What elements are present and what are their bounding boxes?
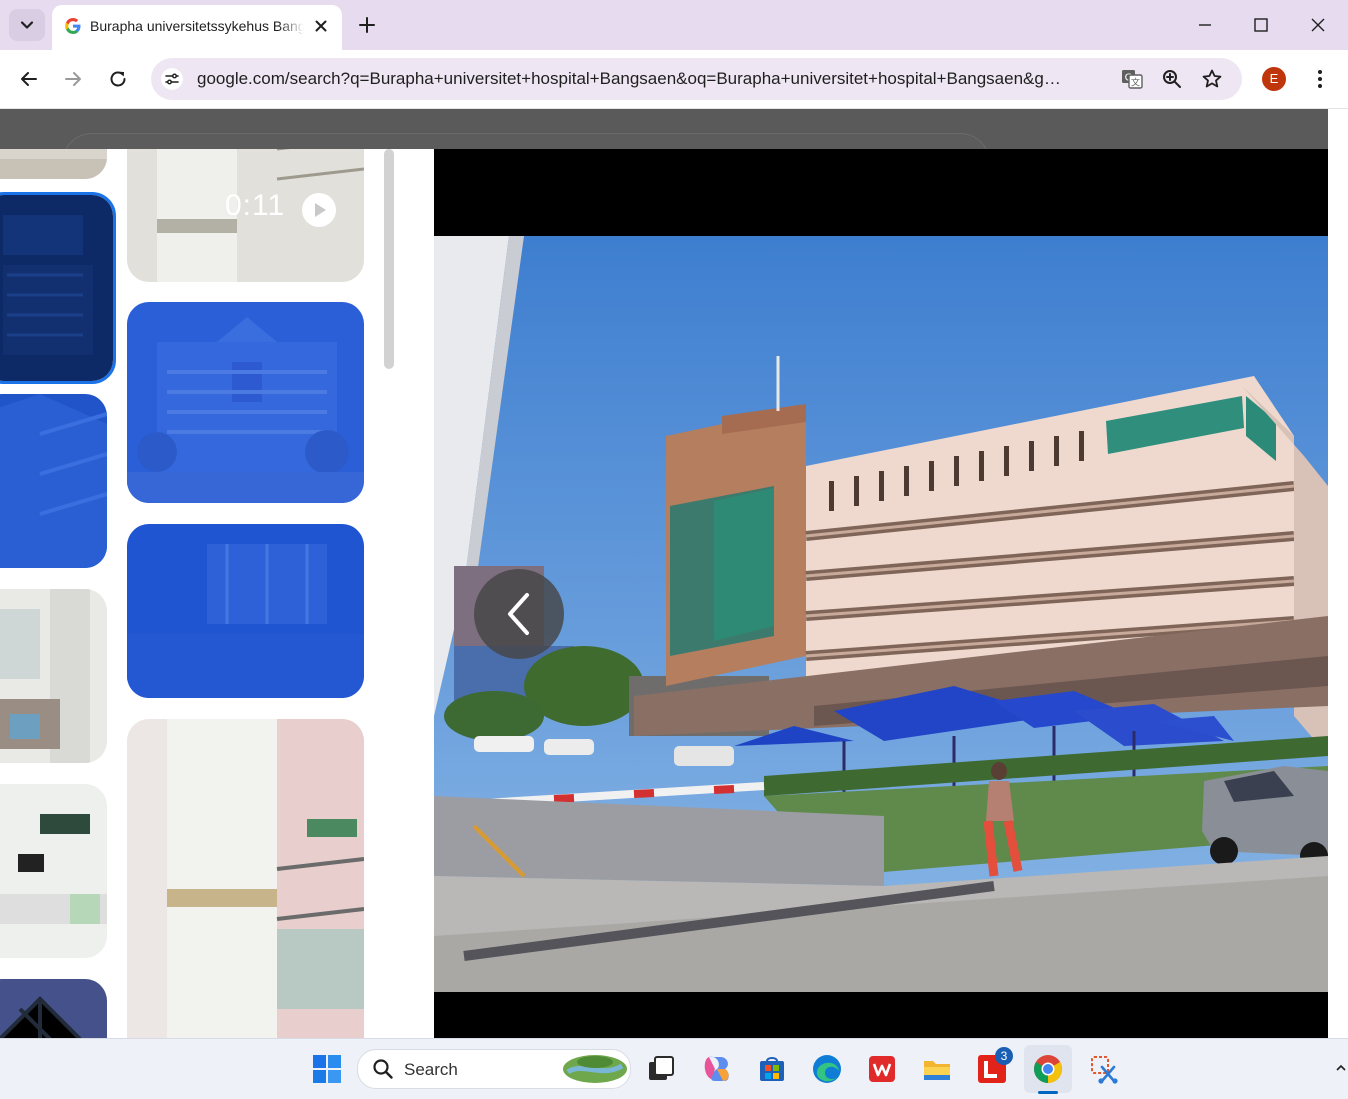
search-icon — [373, 1059, 393, 1079]
close-window-icon[interactable] — [1307, 14, 1329, 36]
browser-toolbar: google.com/search?q=Burapha+universitet+… — [0, 50, 1348, 109]
new-tab-icon[interactable] — [356, 14, 378, 36]
minimize-icon[interactable] — [1194, 14, 1216, 36]
thumbnail-image[interactable] — [127, 302, 364, 503]
copilot-icon[interactable] — [701, 1053, 733, 1085]
tab-strip: Burapha universitetssykehus Bangsaen — [0, 0, 1348, 50]
profile-avatar[interactable]: E — [1262, 67, 1286, 91]
snipping-tool-icon[interactable] — [1088, 1053, 1120, 1085]
hospital-photo[interactable] — [434, 236, 1328, 992]
translate-icon[interactable]: G 文 — [1121, 68, 1143, 90]
wps-office-icon[interactable] — [866, 1053, 898, 1085]
maximize-icon[interactable] — [1250, 14, 1272, 36]
thumbnail-image[interactable] — [0, 784, 107, 958]
taskbar-search-box[interactable]: Search — [357, 1049, 631, 1089]
thumbnail-scrollbar[interactable] — [384, 149, 394, 369]
chevron-left-icon — [508, 593, 529, 635]
chevron-down-icon — [20, 21, 34, 29]
thumbnail-image[interactable] — [127, 524, 364, 698]
active-tab[interactable]: Burapha universitetssykehus Bangsaen — [52, 5, 342, 50]
microsoft-store-icon[interactable] — [756, 1053, 788, 1085]
video-duration: 0:11 — [225, 189, 286, 222]
windows-start-icon[interactable] — [311, 1053, 343, 1085]
page-scrollbar-track — [1328, 109, 1348, 1038]
image-thumbnail-panel: 0:11 — [0, 149, 434, 1038]
edge-icon[interactable] — [811, 1053, 843, 1085]
thumbnail-image[interactable] — [127, 719, 364, 1038]
reload-icon[interactable] — [106, 67, 130, 91]
chevron-up-icon[interactable] — [1334, 1061, 1348, 1075]
windows-taskbar: Search 3 — [0, 1038, 1348, 1099]
video-thumbnail[interactable]: 0:11 — [127, 149, 364, 282]
selected-thumbnail[interactable] — [0, 192, 116, 384]
search-highlight-image-icon — [563, 1055, 627, 1083]
active-app-indicator — [1038, 1091, 1058, 1094]
tab-search-button[interactable] — [9, 9, 45, 41]
page-content: 0:11 — [0, 109, 1348, 1038]
search-label: Search — [404, 1060, 458, 1079]
notification-badge: 3 — [995, 1047, 1013, 1065]
back-arrow-icon[interactable] — [17, 67, 41, 91]
task-view-icon[interactable] — [645, 1053, 677, 1085]
zoom-icon[interactable] — [1161, 68, 1183, 90]
more-options-icon[interactable] — [1310, 67, 1330, 91]
google-favicon-icon — [65, 18, 81, 34]
url-text: google.com/search?q=Burapha+universitet+… — [197, 69, 1061, 88]
forward-arrow-icon[interactable] — [61, 67, 85, 91]
thumbnail-image[interactable] — [0, 979, 107, 1038]
previous-image-button[interactable] — [474, 569, 564, 659]
thumbnail-image[interactable] — [0, 149, 107, 179]
svg-text:文: 文 — [1131, 77, 1140, 89]
tab-title: Burapha universitetssykehus Bangsaen — [90, 18, 304, 34]
file-explorer-icon[interactable] — [921, 1053, 953, 1085]
thumbnail-image[interactable] — [0, 394, 107, 568]
site-info-icon[interactable] — [161, 68, 183, 90]
bookmark-star-icon[interactable] — [1201, 68, 1223, 90]
chrome-icon[interactable] — [1032, 1053, 1064, 1085]
thumbnail-image[interactable] — [0, 589, 107, 763]
play-icon — [315, 203, 326, 217]
image-viewer — [434, 149, 1328, 1038]
play-button[interactable] — [302, 193, 336, 227]
address-bar[interactable]: google.com/search?q=Burapha+universitet+… — [151, 58, 1242, 100]
close-tab-icon[interactable] — [312, 17, 330, 35]
